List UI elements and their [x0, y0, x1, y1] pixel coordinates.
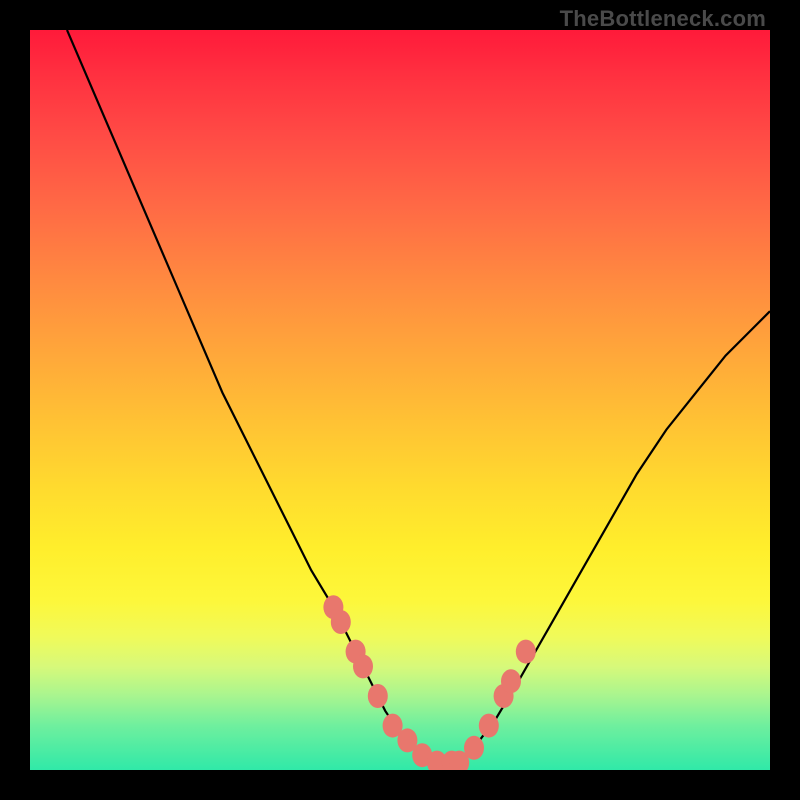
- data-point: [516, 640, 536, 664]
- data-point: [353, 654, 373, 678]
- curve-svg: [30, 30, 770, 770]
- data-point: [501, 669, 521, 693]
- data-point: [464, 736, 484, 760]
- data-point: [368, 684, 388, 708]
- highlighted-points: [323, 595, 535, 770]
- watermark-text: TheBottleneck.com: [560, 6, 766, 32]
- plot-area: [30, 30, 770, 770]
- chart-frame: TheBottleneck.com: [0, 0, 800, 800]
- data-point: [479, 714, 499, 738]
- bottleneck-curve: [67, 30, 770, 763]
- data-point: [331, 610, 351, 634]
